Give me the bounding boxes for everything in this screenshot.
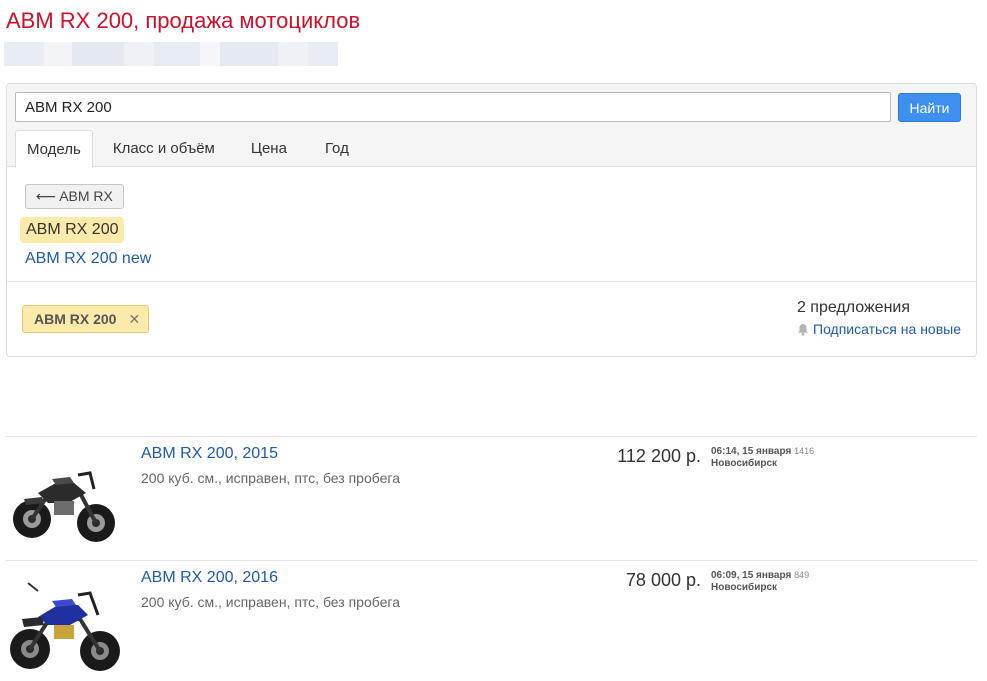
listing-title[interactable]: ABM RX 200, 2016 (141, 569, 278, 587)
offers-count: 2 предложения (796, 299, 910, 316)
subscribe-link[interactable]: Подписаться на новые (797, 321, 961, 337)
listing-description: 200 куб. см., исправен, птс, без пробега (141, 470, 400, 486)
listing-views: 1416 (794, 446, 815, 456)
close-icon[interactable]: ✕ (128, 311, 140, 328)
search-header: Найти Модель Класс и объём Цена Год (7, 84, 976, 168)
page-title: ABM RX 200, продажа мотоциклов (6, 8, 361, 33)
listing-price: 112 200 р. (617, 446, 701, 466)
listing-row[interactable]: ABM RX 200, 2016 200 куб. см., исправен,… (6, 560, 977, 681)
listing-city: Новосибирск (711, 582, 778, 593)
tab-year[interactable]: Год (305, 130, 369, 167)
search-panel: Найти Модель Класс и объём Цена Год ⟵ AB… (6, 83, 977, 357)
filter-chip-label: ABM RX 200 (34, 311, 117, 327)
divider (7, 281, 976, 282)
listing-views: 849 (794, 570, 810, 580)
listing-description: 200 куб. см., исправен, птс, без пробега (141, 594, 400, 610)
search-input[interactable] (15, 92, 891, 122)
filter-chip: ABM RX 200 ✕ (22, 305, 150, 333)
tab-price[interactable]: Цена (237, 130, 305, 167)
motorcycle-blue-icon[interactable] (8, 567, 122, 679)
listing-meta: 06:14, 15 января 1416 Новосибирск (711, 445, 814, 470)
listing-city: Новосибирск (711, 458, 778, 469)
listing-meta: 06:09, 15 января 849 Новосибирск (711, 569, 809, 594)
tab-class-volume[interactable]: Класс и объём (93, 130, 237, 167)
listing-row[interactable]: ABM RX 200, 2015 200 куб. см., исправен,… (6, 436, 977, 560)
subscribe-label: Подписаться на новые (813, 321, 961, 337)
listing-time: 06:09, 15 января (711, 570, 792, 581)
blurred-breadcrumb (4, 42, 338, 66)
tab-model[interactable]: Модель (15, 130, 93, 168)
back-to-brand-button[interactable]: ⟵ ABM RX (25, 184, 124, 209)
model-link-rx200-new[interactable]: ABM RX 200 new (25, 250, 151, 268)
search-button[interactable]: Найти (898, 93, 961, 122)
listing-price: 78 000 р. (625, 570, 701, 590)
motorcycle-black-icon[interactable] (8, 443, 122, 555)
listing-title[interactable]: ABM RX 200, 2015 (141, 445, 278, 463)
filter-tabs: Модель Класс и объём Цена Год (15, 130, 369, 168)
selected-model[interactable]: ABM RX 200 (20, 217, 125, 243)
listing-time: 06:14, 15 января (711, 446, 792, 457)
bell-icon (798, 323, 808, 336)
